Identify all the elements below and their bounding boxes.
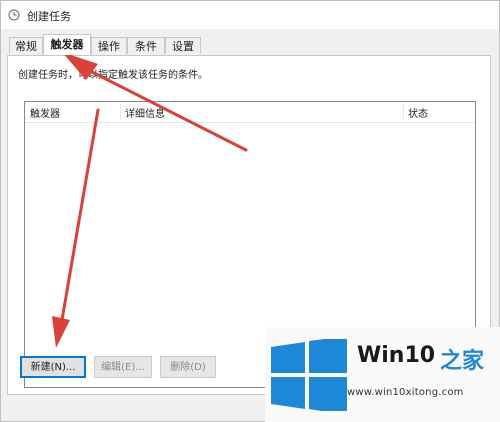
- column-divider[interactable]: [120, 104, 121, 119]
- brand-url: www.win10xitong.com: [347, 387, 464, 398]
- delete-trigger-button[interactable]: 删除(D): [160, 356, 216, 378]
- column-status[interactable]: 状态: [408, 105, 428, 120]
- brand-suffix: 之家: [440, 349, 485, 374]
- tab-general[interactable]: 常规: [9, 37, 43, 54]
- tab-actions[interactable]: 操作: [91, 37, 127, 54]
- edit-trigger-button[interactable]: 编辑(E)...: [94, 356, 152, 378]
- new-trigger-button[interactable]: 新建(N)...: [20, 356, 86, 378]
- tab-strip: 常规 触发器 操作 条件 设置: [1, 29, 499, 55]
- window-title: 创建任务: [27, 10, 71, 23]
- panel-description: 创建任务时，可以指定触发该任务的条件。: [18, 70, 208, 81]
- list-header: 触发器 详细信息 状态: [25, 102, 475, 123]
- tab-conditions[interactable]: 条件: [127, 37, 165, 54]
- brand-name: Win10: [357, 343, 436, 368]
- task-clock-icon: [8, 9, 20, 21]
- windows-logo-icon: [271, 339, 347, 411]
- tab-triggers[interactable]: 触发器: [43, 34, 91, 55]
- column-trigger[interactable]: 触发器: [30, 105, 60, 120]
- title-bar: 创建任务: [1, 1, 499, 29]
- site-watermark: Win10 之家 www.win10xitong.com: [265, 327, 500, 422]
- column-details[interactable]: 详细信息: [125, 105, 165, 120]
- column-divider[interactable]: [403, 104, 404, 119]
- tab-settings[interactable]: 设置: [165, 37, 201, 54]
